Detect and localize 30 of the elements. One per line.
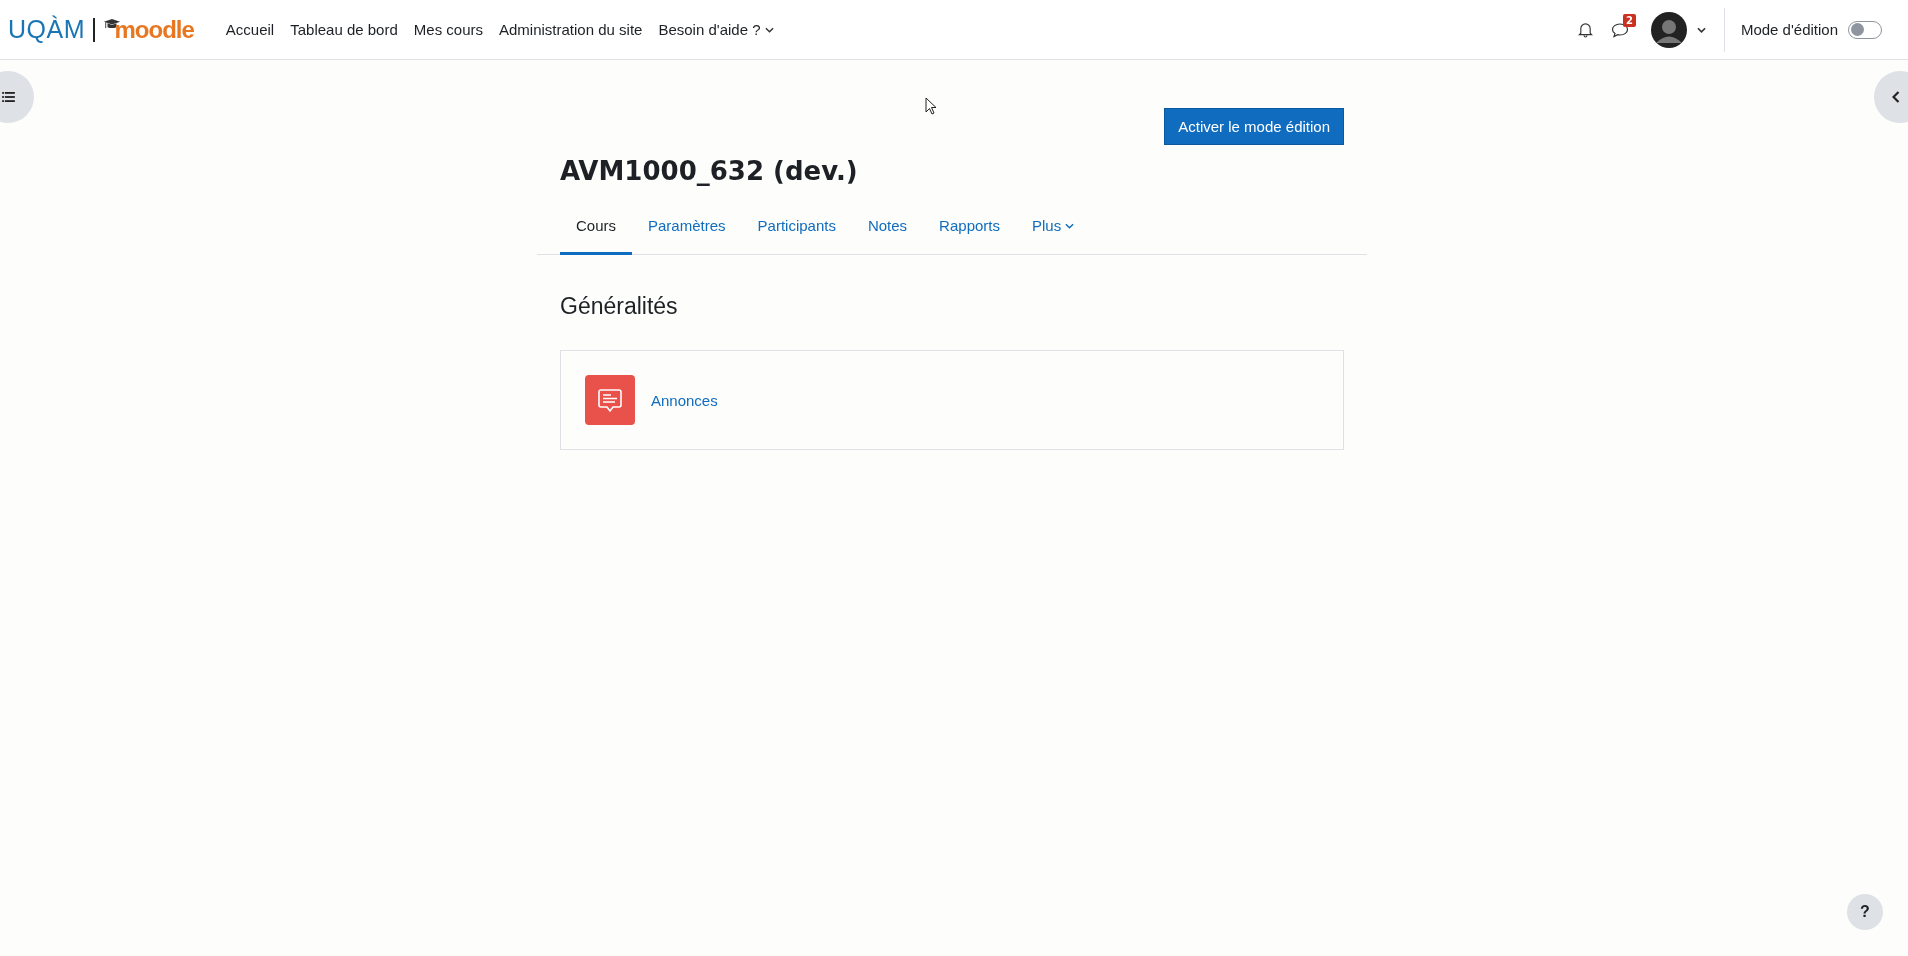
list-icon bbox=[2, 92, 15, 102]
edit-mode-label: Mode d'édition bbox=[1740, 21, 1838, 38]
nav-link[interactable]: Tableau de bord bbox=[282, 21, 406, 38]
mouse-cursor-icon bbox=[925, 97, 937, 115]
course-tab[interactable]: Plus bbox=[1016, 207, 1091, 255]
speech-bubble-icon bbox=[585, 375, 635, 425]
activity-link[interactable]: Annonces bbox=[651, 391, 718, 409]
course-tab[interactable]: Cours bbox=[560, 207, 632, 255]
course-tab[interactable]: Paramètres bbox=[632, 207, 742, 255]
institution-logo[interactable]: UQÀM bbox=[8, 15, 85, 44]
caret-icon bbox=[1065, 222, 1075, 229]
bell-icon[interactable] bbox=[1577, 21, 1593, 38]
nav-link[interactable]: Besoin d'aide ? bbox=[650, 21, 782, 38]
section-heading: Généralités bbox=[560, 293, 679, 320]
course-tab[interactable]: Notes bbox=[851, 207, 924, 255]
enable-edit-mode-button[interactable]: Activer le mode édition bbox=[1164, 108, 1344, 145]
user-avatar[interactable] bbox=[1650, 11, 1687, 48]
nav-link[interactable]: Accueil bbox=[217, 21, 283, 38]
caret-icon bbox=[764, 26, 774, 33]
nav-link[interactable]: Mes cours bbox=[405, 21, 491, 38]
course-tab[interactable]: Participants bbox=[741, 207, 852, 255]
course-tab[interactable]: Rapports bbox=[923, 207, 1016, 255]
chevron-left-icon bbox=[1892, 91, 1900, 103]
message-count-badge: 2 bbox=[1622, 13, 1636, 27]
course-title: AVM1000_632 (dev.) bbox=[560, 155, 859, 188]
help-button[interactable]: ? bbox=[1847, 894, 1883, 930]
edit-mode-toggle[interactable] bbox=[1848, 20, 1882, 39]
caret-icon[interactable] bbox=[1696, 26, 1706, 33]
moodle-logo[interactable]: moodle bbox=[102, 15, 194, 44]
nav-link[interactable]: Administration du site bbox=[491, 21, 651, 38]
